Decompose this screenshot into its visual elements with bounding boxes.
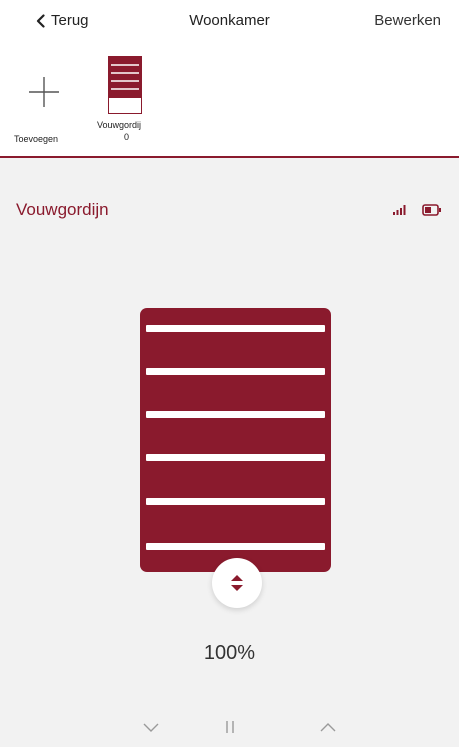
- move-down-button[interactable]: [139, 717, 163, 737]
- up-down-arrows-icon: [231, 575, 243, 591]
- blind-slat: [146, 368, 325, 375]
- chevron-up-icon: [320, 722, 336, 731]
- blind-slat: [146, 543, 325, 550]
- stop-button[interactable]: [218, 717, 242, 737]
- edit-button[interactable]: Bewerken: [374, 12, 441, 29]
- blind-slat: [146, 411, 325, 418]
- pause-icon: [226, 721, 234, 733]
- device-panel: Vouwgordijn 100%: [0, 158, 459, 747]
- blind-visual[interactable]: [140, 308, 331, 572]
- device-tile-sub: 0: [124, 132, 130, 142]
- chevron-down-icon: [143, 723, 159, 732]
- blind-slat: [146, 454, 325, 461]
- navigation-bar: Terug Woonkamer Bewerken: [0, 0, 459, 46]
- device-name: Vouwgordijn: [16, 200, 109, 219]
- plus-icon: [29, 77, 59, 107]
- device-tile-label: Vouwgordij: [97, 120, 142, 130]
- add-device-button[interactable]: Toevoegen: [14, 76, 74, 156]
- signal-icon: [393, 205, 406, 215]
- add-device-label: Toevoegen: [14, 134, 59, 144]
- blind-slat: [146, 325, 325, 332]
- blind-slat: [146, 498, 325, 505]
- blind-controls: [0, 713, 459, 743]
- device-strip: Toevoegen Vouwgordij 0: [0, 46, 459, 158]
- position-percent: 100%: [203, 642, 256, 664]
- position-drag-handle[interactable]: [212, 558, 262, 608]
- move-up-button[interactable]: [316, 717, 340, 737]
- battery-icon: [422, 204, 441, 216]
- device-tile-vouwgordij[interactable]: Vouwgordij 0: [94, 54, 160, 154]
- folding-blind-icon: [108, 56, 142, 114]
